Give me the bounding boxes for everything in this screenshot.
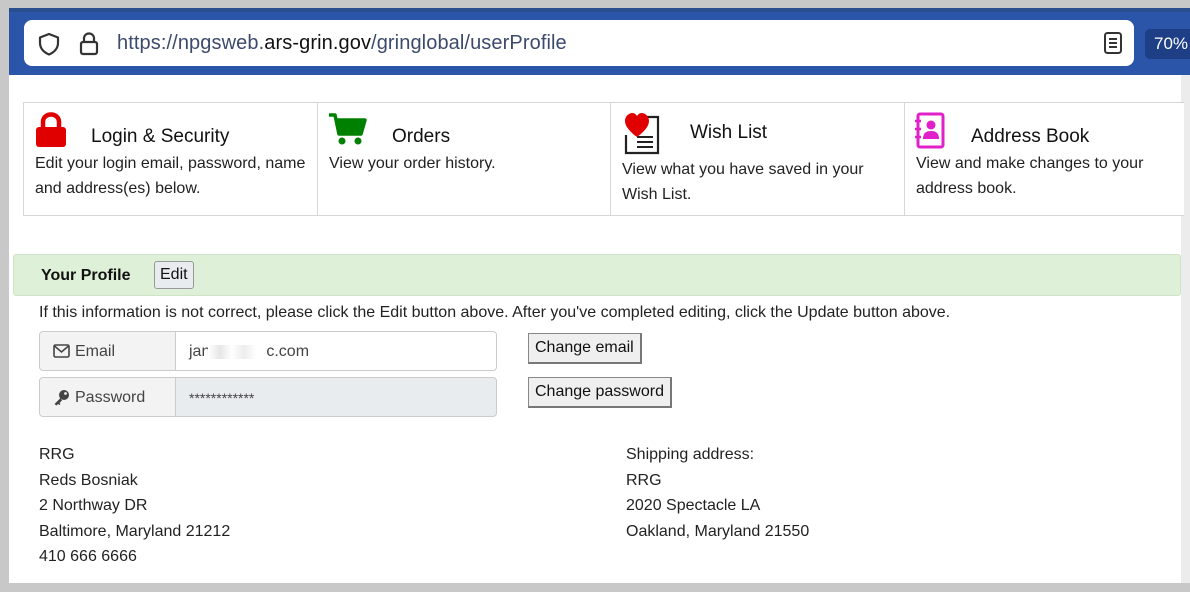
password-label: Password [75, 389, 146, 406]
shipping-heading: Shipping address: [626, 446, 755, 463]
password-value: ************ [189, 390, 255, 406]
email-value-end: c.com [266, 343, 310, 360]
card-orders[interactable]: Orders View your order history. [317, 102, 611, 216]
profile-header-bar: Your Profile Edit [13, 254, 1181, 296]
address-line: Oakland, Maryland 21550 [626, 522, 810, 540]
email-value: jan c.com [189, 343, 309, 361]
profile-info-text: If this information is not correct, plea… [39, 304, 951, 321]
cart-icon [328, 112, 368, 151]
address-line: Baltimore, Maryland 21212 [39, 522, 231, 540]
zoom-level-button[interactable]: 70% [1145, 29, 1190, 59]
address-bar[interactable]: https://npgsweb.ars-grin.gov/gringlobal/… [24, 20, 1134, 66]
change-email-button[interactable]: Change email [528, 333, 642, 364]
reader-view-icon[interactable] [1103, 31, 1123, 60]
address-line: RRG [39, 446, 75, 463]
card-title: Address Book [971, 126, 1090, 147]
address-line: RRG [626, 471, 662, 489]
address-line: Reds Bosniak [39, 471, 138, 489]
card-title: Wish List [690, 122, 768, 143]
email-field[interactable]: jan c.com [175, 331, 497, 371]
card-description: View your order history. [329, 155, 496, 172]
url-path: /gringlobal/userProfile [371, 32, 567, 54]
card-address-book[interactable]: Address Book View and make changes to yo… [904, 102, 1184, 216]
url-host: ars-grin.gov [264, 32, 372, 54]
email-label-addon: Email [39, 331, 176, 371]
card-description: View what you have saved in your Wish Li… [622, 161, 864, 203]
edit-button[interactable]: Edit [154, 261, 194, 289]
shield-icon[interactable] [38, 32, 60, 61]
address-line: 2 Northway DR [39, 497, 148, 514]
phone-line: 410 666 6666 [39, 548, 137, 565]
password-label-addon: Password [39, 377, 176, 417]
password-field[interactable]: ************ [175, 377, 497, 417]
window-frame-bottom [0, 583, 1190, 592]
window-frame-left [0, 0, 9, 592]
contact-book-icon [915, 112, 947, 155]
shipping-address: Shipping address: RRG 2020 Spectacle LA … [626, 442, 809, 544]
email-value-start: jan [189, 343, 211, 360]
card-title: Login & Security [91, 126, 230, 147]
url-prefix: https://npgsweb. [117, 32, 265, 54]
url-text[interactable]: https://npgsweb.ars-grin.gov/gringlobal/… [117, 32, 567, 55]
heart-list-icon [624, 111, 662, 160]
lock-icon[interactable] [79, 31, 99, 61]
address-line: 2020 Spectacle LA [626, 497, 761, 514]
card-title: Orders [392, 126, 451, 147]
profile-title: Your Profile [41, 267, 131, 284]
redacted-blur [208, 344, 269, 359]
card-login-security[interactable]: Login & Security Edit your login email, … [23, 102, 318, 216]
key-icon [53, 389, 70, 411]
lock-icon [35, 112, 67, 153]
billing-address: RRG Reds Bosniak 2 Northway DR Baltimore… [39, 442, 230, 570]
email-label: Email [75, 343, 116, 360]
card-description: View and make changes to your address bo… [916, 155, 1144, 197]
card-description: Edit your login email, password, name an… [35, 155, 306, 197]
card-wish-list[interactable]: Wish List View what you have saved in yo… [610, 102, 905, 216]
envelope-icon [53, 344, 70, 363]
change-password-button[interactable]: Change password [528, 377, 672, 408]
